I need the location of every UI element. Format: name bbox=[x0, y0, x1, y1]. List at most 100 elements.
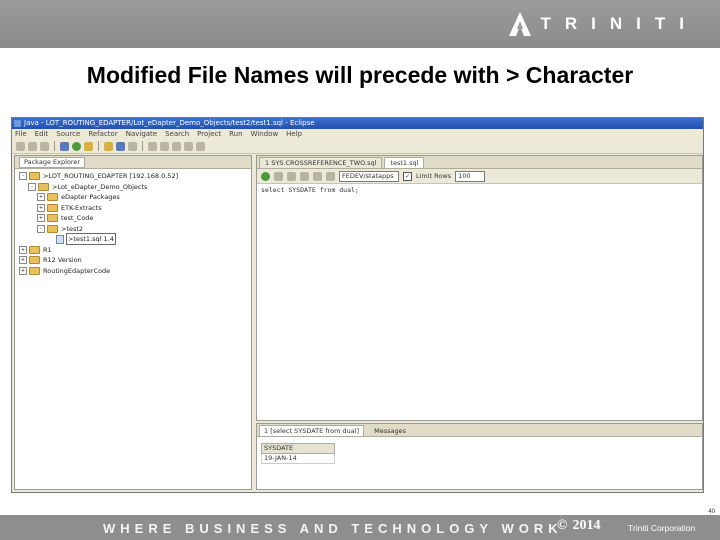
folder-icon bbox=[47, 203, 58, 212]
format-sql-icon[interactable] bbox=[326, 171, 335, 181]
package-explorer-panel: Package Explorer - >LOT_ROUTING_EDAPTER [… bbox=[14, 155, 252, 490]
tree-node[interactable]: - >test2 bbox=[19, 224, 251, 235]
menu-item-edit[interactable]: Edit bbox=[35, 129, 49, 139]
expand-icon[interactable]: + bbox=[19, 256, 27, 265]
debug-icon[interactable] bbox=[60, 141, 69, 151]
project-tree: - >LOT_ROUTING_EDAPTER [192.168.0.52] - >Lo… bbox=[15, 169, 251, 276]
menu-item-run[interactable]: Run bbox=[229, 129, 242, 139]
open-type-icon[interactable] bbox=[128, 141, 137, 151]
tree-node-label: >test1.sql 1.4 bbox=[66, 233, 116, 246]
menu-item-help[interactable]: Help bbox=[286, 129, 302, 139]
app-icon bbox=[14, 120, 21, 127]
footer-tagline: WHERE BUSINESS AND TECHNOLOGY WORK bbox=[103, 521, 563, 536]
menu-item-source[interactable]: Source bbox=[56, 129, 80, 139]
menu-bar: File Edit Source Refactor Navigate Search Proj… bbox=[12, 129, 703, 139]
commit-icon[interactable] bbox=[300, 171, 309, 181]
triniti-logo-icon bbox=[508, 12, 531, 36]
menu-item-refactor[interactable]: Refactor bbox=[88, 129, 117, 139]
folder-icon bbox=[29, 266, 40, 275]
next-annotation-icon[interactable] bbox=[160, 141, 169, 151]
expand-icon[interactable]: + bbox=[37, 193, 45, 202]
forward-icon[interactable] bbox=[196, 141, 205, 151]
rollback-icon[interactable] bbox=[313, 171, 322, 181]
menu-item-window[interactable]: Window bbox=[251, 129, 279, 139]
tree-node-label: >Lot_eDapter_Demo_Objects bbox=[52, 182, 148, 191]
sql-toolbar: FEDEV/statapps ✓ Limit Rows 100 bbox=[257, 169, 702, 184]
save-icon[interactable] bbox=[28, 141, 37, 151]
menu-item-search[interactable]: Search bbox=[165, 129, 189, 139]
expand-icon[interactable]: + bbox=[37, 214, 45, 223]
print-icon[interactable] bbox=[40, 141, 49, 151]
previous-annotation-icon[interactable] bbox=[172, 141, 181, 151]
toolbar-separator bbox=[98, 141, 99, 151]
external-tools-icon[interactable] bbox=[84, 141, 93, 151]
tree-node[interactable]: - >LOT_ROUTING_EDAPTER [192.168.0.52] bbox=[19, 171, 251, 182]
tab-package-explorer[interactable]: Package Explorer bbox=[19, 156, 86, 168]
copyright-symbol: © bbox=[557, 518, 568, 533]
tree-node[interactable]: - >Lot_eDapter_Demo_Objects bbox=[19, 182, 251, 193]
folder-icon bbox=[29, 172, 40, 181]
expand-icon[interactable]: + bbox=[19, 266, 27, 275]
limit-rows-input[interactable]: 100 bbox=[455, 170, 486, 182]
tree-node[interactable]: + test_Code bbox=[19, 213, 251, 224]
collapse-icon[interactable]: - bbox=[28, 182, 36, 191]
menu-item-file[interactable]: File bbox=[15, 129, 27, 139]
copyright-year: 2014 bbox=[572, 518, 601, 533]
tree-node[interactable]: + eDapter Packages bbox=[19, 192, 251, 203]
connection-select[interactable]: FEDEV/statapps bbox=[339, 170, 399, 182]
menu-item-navigate[interactable]: Navigate bbox=[126, 129, 157, 139]
tree-node[interactable]: + R1 bbox=[19, 245, 251, 256]
tree-node-label: >LOT_ROUTING_EDAPTER [192.168.0.52] bbox=[43, 172, 179, 181]
collapse-icon[interactable]: - bbox=[19, 172, 27, 181]
sql-code-editor[interactable]: select SYSDATE from dual; bbox=[257, 184, 702, 196]
window-titlebar[interactable]: Java - LOT_ROUTING_EDAPTER/Lot_eDapter_D… bbox=[12, 118, 703, 129]
result-column-header[interactable]: SYSDATE bbox=[261, 443, 335, 454]
toolbar-separator bbox=[142, 141, 143, 151]
expand-icon[interactable]: + bbox=[37, 203, 45, 212]
results-tabbar: 1 [select SYSDATE from dual] Messages bbox=[257, 424, 702, 437]
folder-icon bbox=[29, 256, 40, 265]
result-cell[interactable]: 19-JAN-14 bbox=[261, 454, 335, 464]
tree-node-label: eDapter Packages bbox=[61, 193, 120, 202]
tree-node[interactable]: >test1.sql 1.4 bbox=[19, 233, 251, 246]
folder-icon bbox=[29, 245, 40, 254]
limit-rows-checkbox[interactable]: ✓ bbox=[403, 171, 412, 181]
main-toolbar bbox=[12, 139, 703, 154]
folder-icon bbox=[47, 224, 58, 233]
package-explorer-tabbar: Package Explorer bbox=[15, 156, 251, 169]
menu-item-project[interactable]: Project bbox=[197, 129, 221, 139]
copyright-notice: © 2014 bbox=[557, 518, 600, 534]
tree-node[interactable]: + R12 Version bbox=[19, 255, 251, 266]
sql-editor-panel: 1 SYS.CROSSREFERENCE_TWO.sql test1.sql FE… bbox=[256, 155, 703, 421]
window-title: Java - LOT_ROUTING_EDAPTER/Lot_eDapter_D… bbox=[24, 119, 315, 127]
expand-icon[interactable]: + bbox=[19, 245, 27, 254]
tree-node[interactable]: + ETK-Extracts bbox=[19, 203, 251, 214]
new-class-icon[interactable] bbox=[116, 141, 125, 151]
header-bar: TRINITI bbox=[0, 0, 720, 48]
slide-title: Modified File Names will precede with > … bbox=[86, 62, 634, 88]
tree-node[interactable]: + RoutingEdapterCode bbox=[19, 266, 251, 277]
new-package-icon[interactable] bbox=[104, 141, 113, 151]
collapse-icon[interactable]: - bbox=[37, 224, 45, 233]
explain-plan-icon[interactable] bbox=[287, 171, 296, 181]
new-icon[interactable] bbox=[16, 141, 25, 151]
tree-node-label: R12 Version bbox=[43, 256, 82, 265]
tree-node-label: RoutingEdapterCode bbox=[43, 266, 111, 275]
footer-bar: WHERE BUSINESS AND TECHNOLOGY WORK © 2014… bbox=[0, 515, 720, 540]
toolbar-separator bbox=[54, 141, 55, 151]
execute-script-icon[interactable] bbox=[274, 171, 283, 181]
search-icon[interactable] bbox=[148, 141, 157, 151]
result-tab[interactable]: Messages bbox=[370, 426, 410, 436]
editor-tab[interactable]: test1.sql bbox=[384, 157, 425, 168]
run-icon[interactable] bbox=[72, 141, 81, 151]
limit-rows-label: Limit Rows bbox=[416, 172, 452, 180]
results-panel: 1 [select SYSDATE from dual] Messages SYS… bbox=[256, 423, 703, 490]
result-tab[interactable]: 1 [select SYSDATE from dual] bbox=[259, 425, 365, 436]
editor-tabbar: 1 SYS.CROSSREFERENCE_TWO.sql test1.sql bbox=[257, 156, 702, 169]
editor-tab[interactable]: 1 SYS.CROSSREFERENCE_TWO.sql bbox=[259, 157, 383, 168]
brand-name: TRINITI bbox=[540, 14, 698, 33]
execute-sql-icon[interactable] bbox=[261, 171, 270, 181]
tree-node-label: >test2 bbox=[61, 224, 84, 233]
back-icon[interactable] bbox=[184, 141, 193, 151]
tree-node-label: ETK-Extracts bbox=[61, 203, 102, 212]
